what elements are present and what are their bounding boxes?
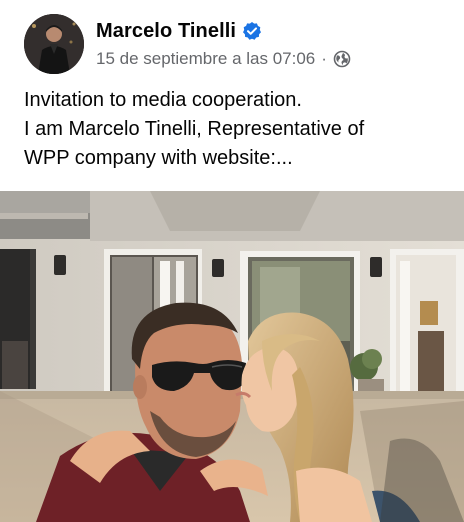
post-text-line: Invitation to media cooperation. [24, 89, 302, 111]
author-name[interactable]: Marcelo Tinelli [96, 20, 236, 43]
author-name-row: Marcelo Tinelli [96, 16, 262, 46]
post-text: Invitation to media cooperation. I am Ma… [24, 86, 444, 173]
post-timestamp[interactable]: 15 de septiembre a las 07:06 [96, 49, 315, 69]
post-text-line: I am Marcelo Tinelli, Representative of [24, 118, 365, 140]
facebook-post: Marcelo Tinelli 15 de septiembre a las 0… [0, 0, 464, 522]
post-photo[interactable] [0, 191, 464, 522]
meta-separator: · [321, 49, 327, 68]
post-meta: 15 de septiembre a las 07:06 · [96, 48, 351, 70]
post-header: Marcelo Tinelli 15 de septiembre a las 0… [0, 0, 464, 80]
author-avatar[interactable] [24, 14, 84, 74]
photo-of-couple-kissing-icon [0, 191, 464, 522]
globe-icon[interactable] [333, 50, 351, 68]
post-text-line[interactable]: WPP company with website:... [24, 144, 444, 173]
avatar-photo-icon [24, 14, 84, 74]
verified-badge-icon [242, 21, 262, 41]
